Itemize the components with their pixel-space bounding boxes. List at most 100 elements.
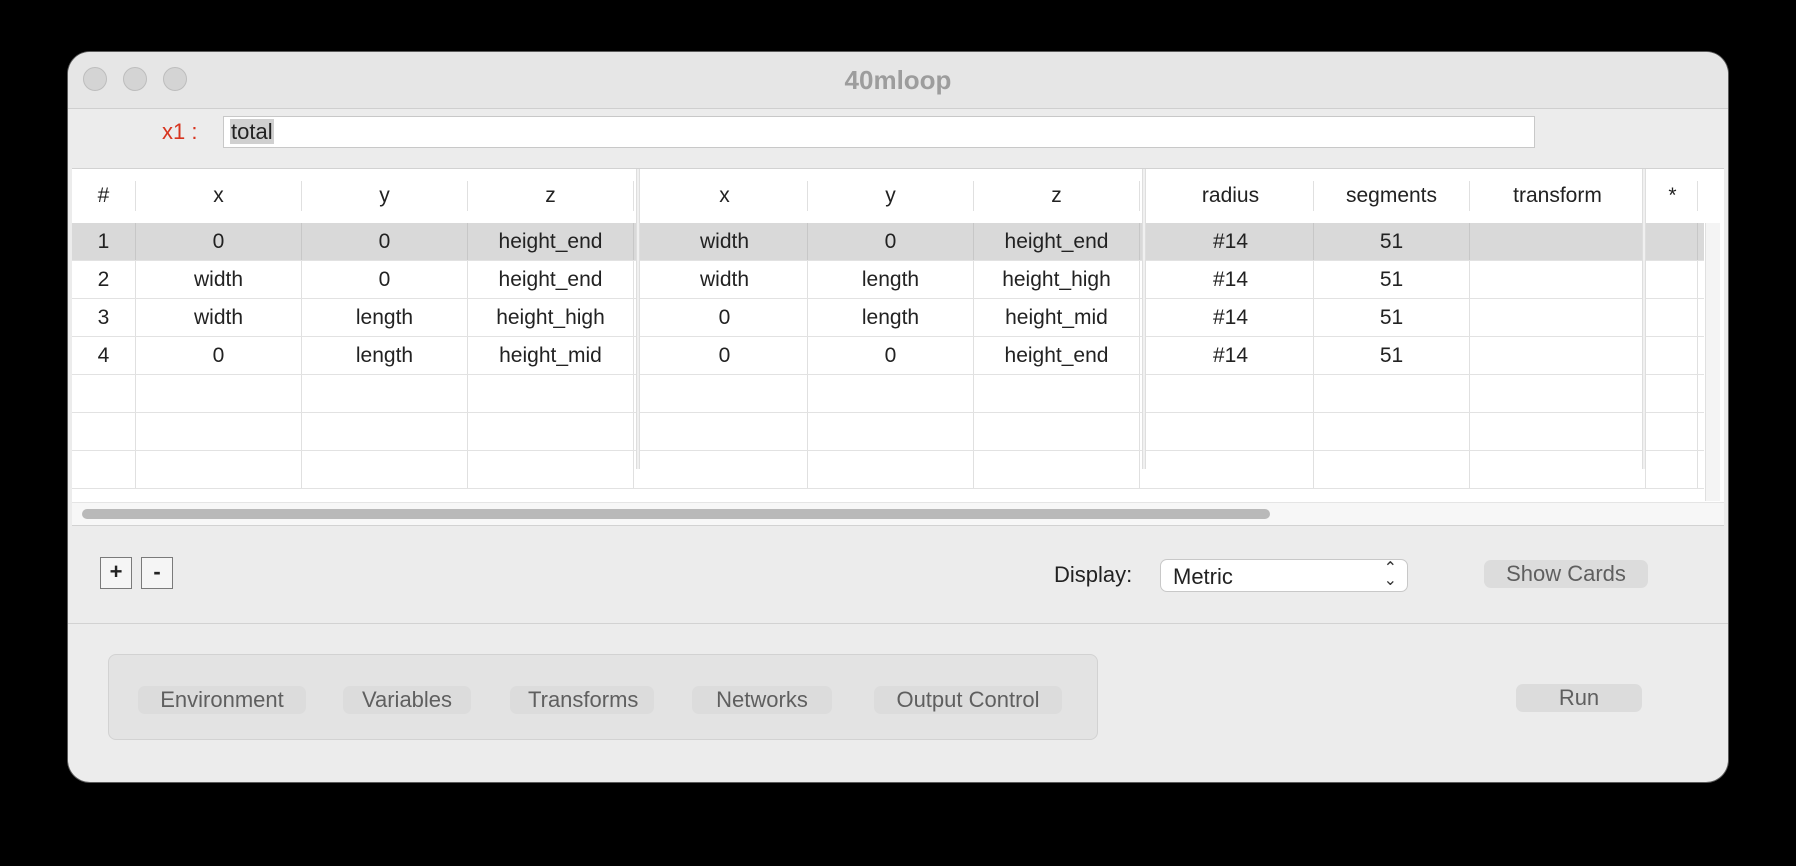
table-cell[interactable] <box>974 413 1140 450</box>
table-cell[interactable] <box>302 413 468 450</box>
table-cell[interactable] <box>1314 413 1470 450</box>
table-cell[interactable]: #14 <box>1148 337 1314 374</box>
add-row-button[interactable]: + <box>100 557 132 589</box>
table-cell[interactable]: 0 <box>136 223 302 260</box>
table-cell[interactable]: 2 <box>72 261 136 298</box>
table-cell[interactable]: 51 <box>1314 299 1470 336</box>
column-header[interactable]: y <box>808 181 974 211</box>
table-cell[interactable] <box>136 413 302 450</box>
table-cell[interactable] <box>1648 337 1698 374</box>
table-cell[interactable]: 51 <box>1314 223 1470 260</box>
segments-table[interactable]: # x y z x y z radius segments transform * 1 0 0 heigh… <box>72 168 1724 526</box>
table-cell[interactable] <box>1470 375 1646 412</box>
table-cell[interactable]: #14 <box>1148 261 1314 298</box>
table-cell[interactable]: width <box>136 261 302 298</box>
table-cell[interactable]: height_mid <box>468 337 634 374</box>
table-cell[interactable] <box>808 413 974 450</box>
empty-table-row[interactable] <box>72 413 1704 451</box>
column-header[interactable]: x <box>642 181 808 211</box>
output-control-button[interactable]: Output Control <box>874 686 1062 714</box>
table-cell[interactable]: height_end <box>974 337 1140 374</box>
empty-table-row[interactable] <box>72 375 1704 413</box>
table-cell[interactable] <box>468 413 634 450</box>
table-row[interactable]: 3 width length height_high 0 length height_mid… <box>72 299 1704 337</box>
table-cell[interactable]: 3 <box>72 299 136 336</box>
column-header[interactable]: x <box>136 181 302 211</box>
table-cell[interactable] <box>1148 413 1314 450</box>
column-header[interactable]: z <box>468 181 634 211</box>
table-cell[interactable] <box>72 451 136 488</box>
column-header[interactable]: transform <box>1470 181 1646 211</box>
table-cell[interactable] <box>1470 299 1646 336</box>
table-cell[interactable] <box>136 451 302 488</box>
variables-button[interactable]: Variables <box>343 686 471 714</box>
table-cell[interactable]: width <box>642 261 808 298</box>
table-cell[interactable]: length <box>808 261 974 298</box>
table-cell[interactable] <box>1648 413 1698 450</box>
table-cell[interactable] <box>642 451 808 488</box>
table-cell[interactable] <box>808 451 974 488</box>
column-header[interactable]: y <box>302 181 468 211</box>
table-cell[interactable] <box>1470 451 1646 488</box>
table-cell[interactable] <box>1148 375 1314 412</box>
remove-row-button[interactable]: - <box>141 557 173 589</box>
table-cell[interactable] <box>1648 451 1698 488</box>
table-cell[interactable] <box>1648 299 1698 336</box>
table-cell[interactable] <box>468 375 634 412</box>
table-cell[interactable]: height_mid <box>974 299 1140 336</box>
horizontal-scrollbar[interactable] <box>72 502 1724 525</box>
table-cell[interactable]: width <box>642 223 808 260</box>
table-cell[interactable]: 0 <box>302 261 468 298</box>
table-cell[interactable] <box>1470 261 1646 298</box>
table-cell[interactable] <box>1314 451 1470 488</box>
table-cell[interactable] <box>1314 375 1470 412</box>
display-select[interactable]: Metric ⌃ ⌄ <box>1160 559 1408 592</box>
column-header[interactable]: segments <box>1314 181 1470 211</box>
table-cell[interactable] <box>136 375 302 412</box>
table-row[interactable]: 4 0 length height_mid 0 0 height_end #14 51 <box>72 337 1704 375</box>
table-cell[interactable]: 51 <box>1314 261 1470 298</box>
table-cell[interactable]: height_end <box>974 223 1140 260</box>
table-cell[interactable]: 51 <box>1314 337 1470 374</box>
table-row[interactable]: 2 width 0 height_end width length height_high #… <box>72 261 1704 299</box>
table-cell[interactable] <box>1470 337 1646 374</box>
table-cell[interactable] <box>1648 261 1698 298</box>
table-cell[interactable] <box>974 451 1140 488</box>
table-cell[interactable] <box>808 375 974 412</box>
environment-button[interactable]: Environment <box>138 686 306 714</box>
table-cell[interactable]: 0 <box>642 337 808 374</box>
table-cell[interactable]: 1 <box>72 223 136 260</box>
table-cell[interactable] <box>72 413 136 450</box>
table-row[interactable]: 1 0 0 height_end width 0 height_end #14 51 <box>72 223 1704 261</box>
table-cell[interactable] <box>302 451 468 488</box>
table-cell[interactable]: #14 <box>1148 299 1314 336</box>
column-header[interactable]: * <box>1648 181 1698 211</box>
table-cell[interactable]: height_high <box>468 299 634 336</box>
table-cell[interactable]: length <box>808 299 974 336</box>
column-header[interactable]: radius <box>1148 181 1314 211</box>
run-button[interactable]: Run <box>1516 684 1642 712</box>
column-header[interactable]: z <box>974 181 1140 211</box>
table-cell[interactable]: height_end <box>468 261 634 298</box>
table-cell[interactable] <box>302 375 468 412</box>
table-cell[interactable]: 0 <box>136 337 302 374</box>
table-cell[interactable]: #14 <box>1148 223 1314 260</box>
empty-table-row[interactable] <box>72 451 1704 489</box>
table-cell[interactable]: 0 <box>302 223 468 260</box>
vertical-scrollbar[interactable] <box>1705 223 1720 501</box>
networks-button[interactable]: Networks <box>692 686 832 714</box>
table-cell[interactable] <box>642 375 808 412</box>
table-cell[interactable] <box>72 375 136 412</box>
table-cell[interactable]: height_end <box>468 223 634 260</box>
show-cards-button[interactable]: Show Cards <box>1484 560 1648 588</box>
column-header[interactable]: # <box>72 181 136 211</box>
table-cell[interactable] <box>974 375 1140 412</box>
table-cell[interactable]: 0 <box>642 299 808 336</box>
transforms-button[interactable]: Transforms <box>510 686 654 714</box>
table-cell[interactable] <box>1470 413 1646 450</box>
table-cell[interactable]: 0 <box>808 337 974 374</box>
table-cell[interactable]: length <box>302 299 468 336</box>
table-cell[interactable]: 0 <box>808 223 974 260</box>
table-cell[interactable] <box>1148 451 1314 488</box>
horizontal-scroll-thumb[interactable] <box>82 509 1270 519</box>
